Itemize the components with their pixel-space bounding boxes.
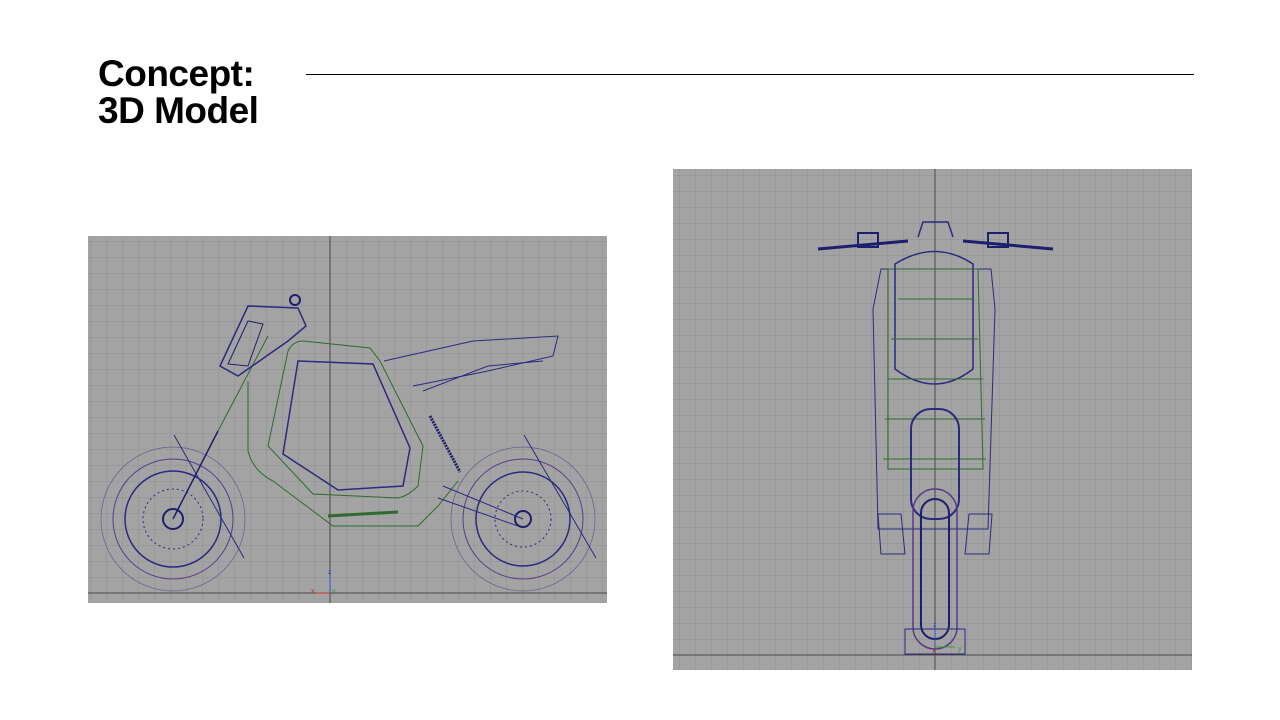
axis-z-label: z xyxy=(328,569,332,576)
title-line-1: Concept: xyxy=(98,53,255,94)
front-view-wireframe-image: z x y xyxy=(673,169,1192,670)
side-view-wireframe-image: z x y xyxy=(88,236,607,603)
axis-y-label: y xyxy=(332,588,336,595)
axis-y-label: y xyxy=(958,646,962,653)
axis-x-label: x xyxy=(311,588,315,595)
axis-z-label: z xyxy=(933,622,937,629)
title-line-2: 3D Model xyxy=(98,90,259,131)
title-divider xyxy=(306,74,1194,75)
axis-x-label: x xyxy=(932,648,936,655)
slide-title: Concept: 3D Model xyxy=(98,53,259,131)
